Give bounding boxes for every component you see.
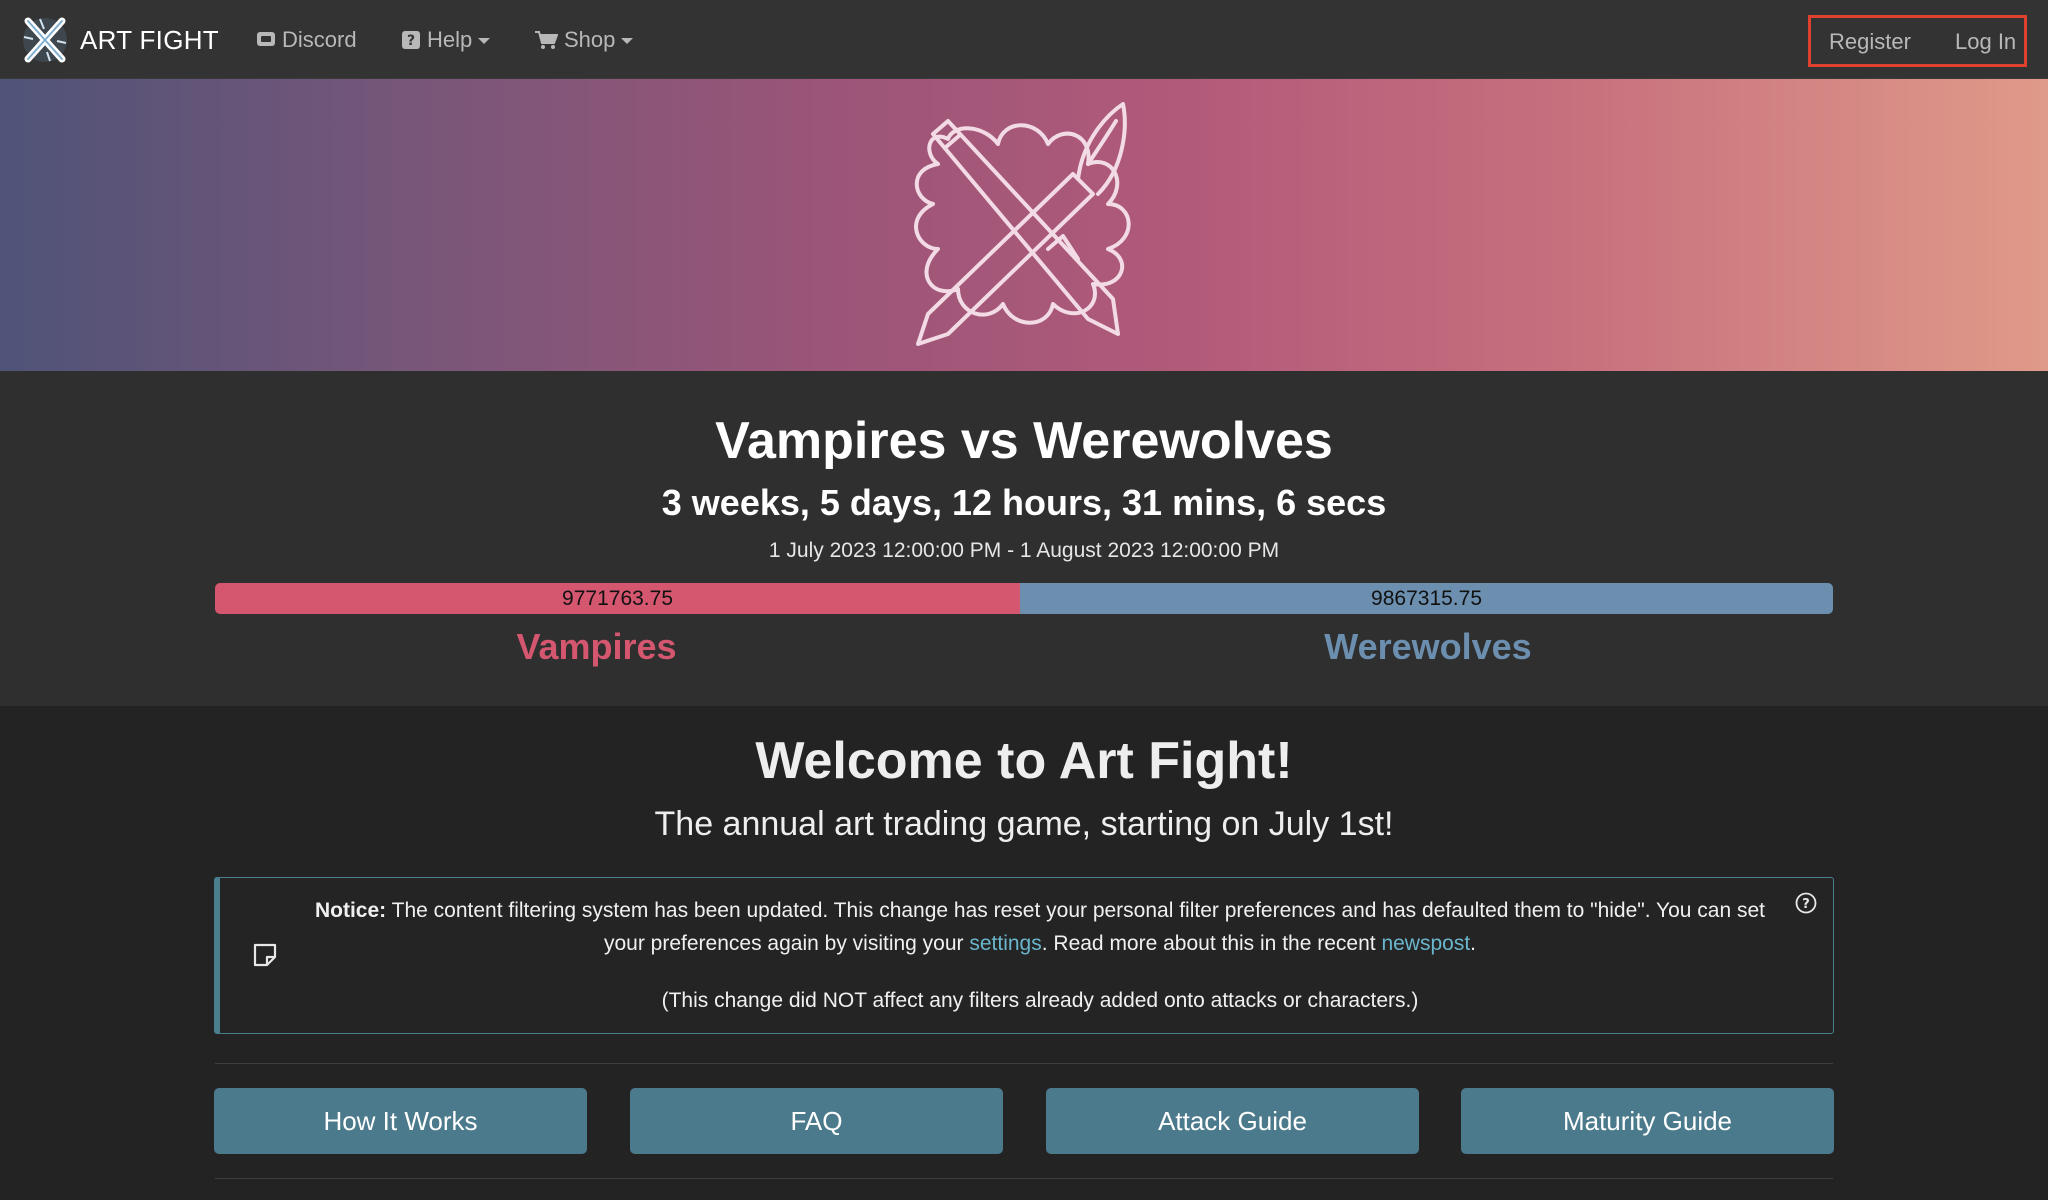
cart-icon: [535, 31, 558, 49]
nav-help-label: Help: [427, 27, 473, 52]
event-section: Vampires vs Werewolves 3 weeks, 5 days, …: [0, 371, 2048, 706]
nav-help-dropdown[interactable]: ? Help: [401, 24, 491, 56]
event-date-range: 1 July 2023 12:00:00 PM - 1 August 2023 …: [768, 539, 1280, 562]
team-score-bar: 9771763.75 9867315.75: [215, 583, 1833, 614]
chevron-down-icon: [478, 38, 491, 44]
sticky-note-icon: [253, 943, 277, 967]
svg-text:?: ?: [407, 33, 415, 49]
help-circle-icon[interactable]: ?: [1795, 892, 1817, 914]
discord-icon: [257, 32, 275, 46]
divider: [215, 1178, 1833, 1179]
brand-name: ART FIGHT: [80, 24, 219, 55]
nav-discord-link[interactable]: Discord: [256, 24, 357, 56]
question-square-icon: ?: [402, 31, 420, 49]
crossed-pen-brush-icon: [914, 102, 1131, 346]
werewolves-score: 9867315.75: [1371, 586, 1482, 610]
welcome-subtitle: The annual art trading game, starting on…: [654, 805, 1394, 843]
brand-home-link[interactable]: ART FIGHT: [20, 15, 219, 65]
event-title: Vampires vs Werewolves: [715, 412, 1333, 470]
nav-discord-label: Discord: [282, 27, 357, 52]
nav-shop-label: Shop: [564, 27, 616, 52]
how-it-works-button[interactable]: How It Works: [214, 1088, 587, 1154]
werewolves-score-bar: 9867315.75: [1020, 583, 1833, 614]
notice-text-c: .: [1470, 932, 1476, 955]
notice-label: Notice:: [314, 899, 387, 922]
attack-guide-button[interactable]: Attack Guide: [1046, 1088, 1419, 1154]
chevron-down-icon: [621, 38, 634, 44]
notice-footnote: (This change did NOT affect any filters …: [661, 989, 1419, 1012]
notice-alert: ? Notice: The content filtering system h…: [214, 877, 1834, 1034]
auth-links-highlight: Register Log In: [1808, 15, 2027, 67]
vampires-score-bar: 9771763.75: [215, 583, 1021, 614]
divider: [215, 1063, 1833, 1064]
event-banner: [0, 79, 2048, 371]
art-fight-logo-icon: [23, 17, 67, 63]
register-link[interactable]: Register: [1829, 29, 1911, 55]
nav-shop-dropdown[interactable]: Shop: [534, 24, 634, 56]
login-link[interactable]: Log In: [1955, 29, 2016, 55]
vampires-score: 9771763.75: [562, 586, 673, 610]
team-vampires-link[interactable]: Vampires: [215, 626, 978, 668]
svg-text:?: ?: [1802, 897, 1810, 912]
faq-button[interactable]: FAQ: [630, 1088, 1003, 1154]
settings-link[interactable]: settings: [969, 932, 1041, 955]
welcome-title: Welcome to Art Fight!: [755, 732, 1293, 790]
event-countdown: 3 weeks, 5 days, 12 hours, 31 mins, 6 se…: [661, 482, 1387, 523]
navbar: ART FIGHT Discord ? Help Shop Register L…: [0, 0, 2048, 79]
newspost-link[interactable]: newspost: [1381, 932, 1470, 955]
team-werewolves-link[interactable]: Werewolves: [1044, 626, 1812, 668]
notice-text-b: . Read more about this in the recent: [1041, 932, 1382, 955]
notice-message: Notice: The content filtering system has…: [300, 894, 1780, 960]
maturity-guide-button[interactable]: Maturity Guide: [1461, 1088, 1834, 1154]
